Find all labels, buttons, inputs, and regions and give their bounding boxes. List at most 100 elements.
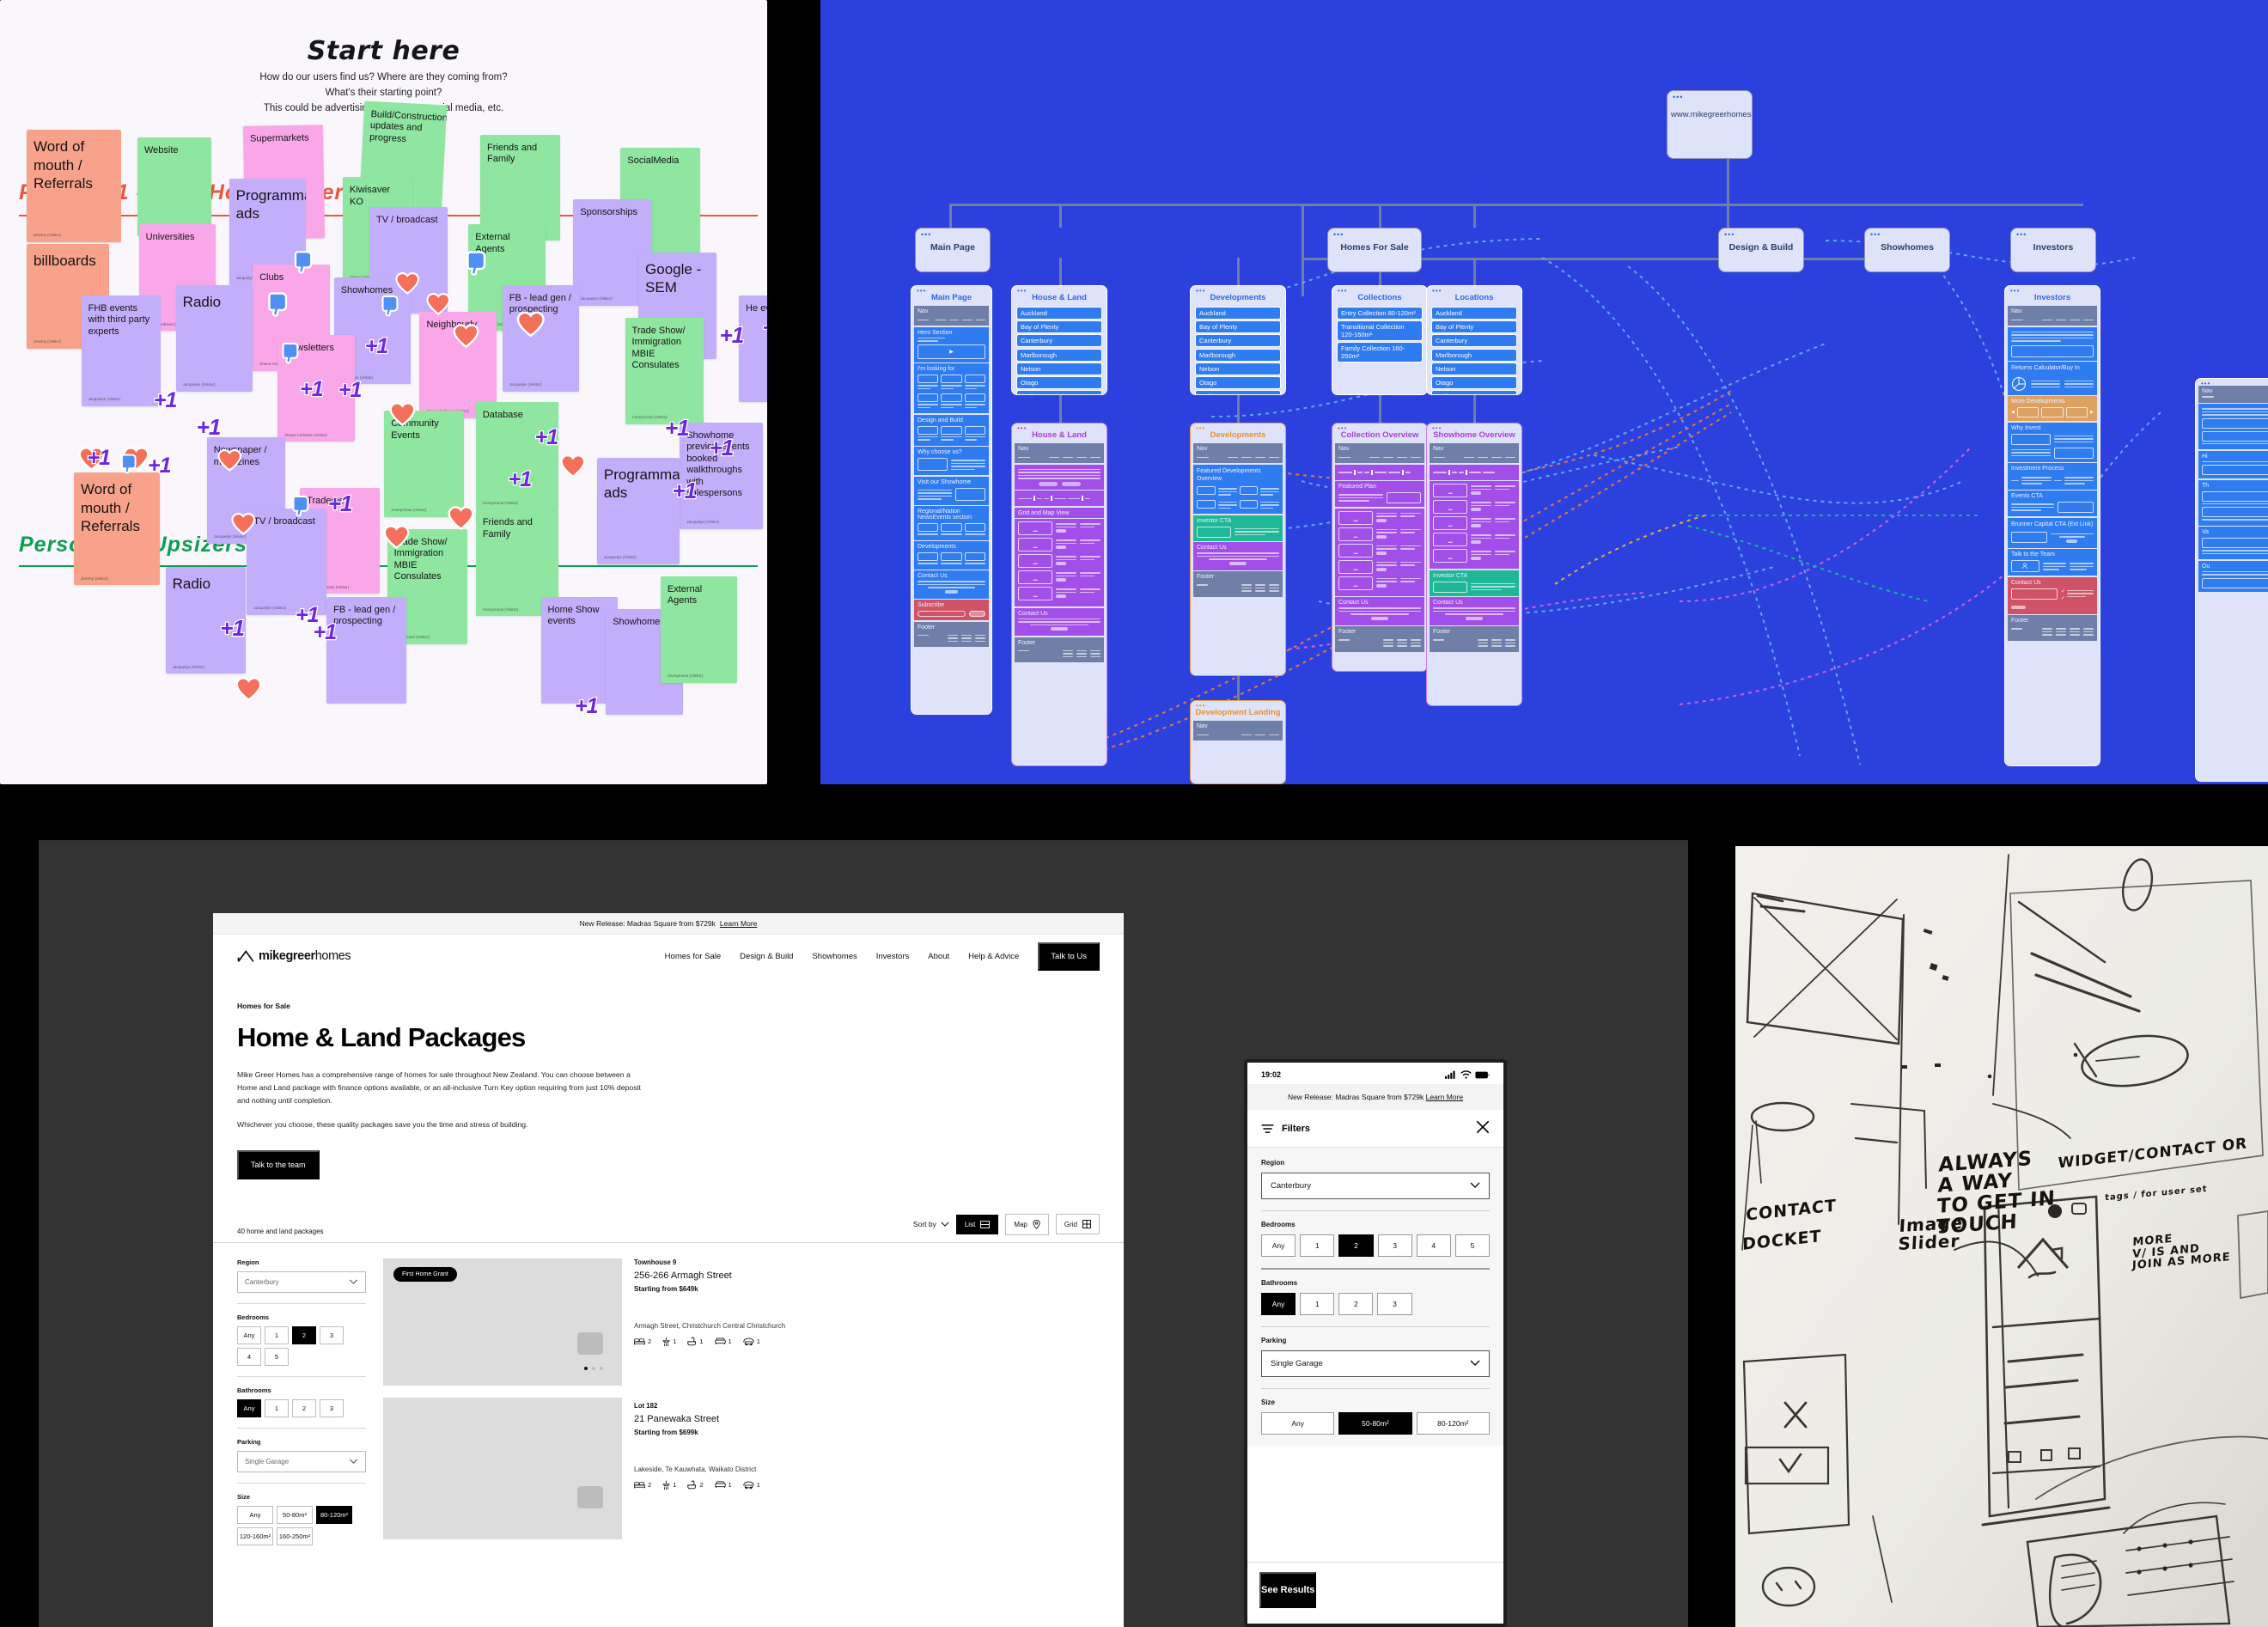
listing-item[interactable]: Townhouse 9 256-266 Armagh Street Starti… — [634, 1258, 1100, 1347]
sitemap-wireframe-house-land-list[interactable]: ••• House & Land Auckland Bay of Plenty Ca… — [1011, 285, 1107, 395]
talk-to-the-team-button[interactable]: Talk to the team — [237, 1149, 320, 1179]
filters-body[interactable]: Region Canterbury Bedrooms Any 1 2 3 4 5 Bath… — [1247, 1148, 1503, 1446]
parking-select[interactable]: Single Garage — [237, 1450, 366, 1472]
sticky-note[interactable]: External Agents Anonymous (Visitor) — [660, 576, 738, 683]
filter-chip[interactable]: 3 — [1377, 1234, 1412, 1257]
bedrooms-chip-group[interactable]: Any 1 2 3 4 5 — [1261, 1234, 1491, 1257]
sitemap-list-row[interactable]: Canterbury — [1431, 334, 1517, 348]
phone-screen[interactable]: 19:02 New Release: Madras Square from $7… — [1247, 1063, 1503, 1624]
sitemap-list-row[interactable]: Waikato — [1016, 390, 1102, 394]
filter-chip[interactable]: 80-120m² — [316, 1505, 352, 1524]
filter-chip[interactable]: 120-160m² — [237, 1526, 273, 1545]
filter-chip[interactable]: 80-120m² — [1416, 1412, 1490, 1435]
close-icon[interactable] — [1476, 1120, 1490, 1136]
filter-chip[interactable]: 2 — [1338, 1234, 1374, 1257]
sticky-note[interactable]: FHB events with third party experts Jacqu… — [81, 296, 162, 406]
sitemap-panel[interactable]: ••• www.mikegreerhomes.co.nz ••• Main Pa… — [820, 0, 2268, 784]
sitemap-list-row[interactable]: Family Collection 160-250m² — [1337, 342, 1423, 363]
figjam-board-panel[interactable]: Start here How do our users find us? Whe… — [0, 0, 767, 784]
sitemap-list-row[interactable]: Marlborough — [1431, 348, 1517, 362]
listing-image[interactable]: First Home Grant — [383, 1258, 622, 1386]
filter-chip[interactable]: 3 — [320, 1325, 344, 1344]
sticky-note[interactable]: Programmatic ads Jacquelyn (Visitor) — [596, 458, 680, 565]
nav-item-investors[interactable]: Investors — [876, 952, 910, 961]
sitemap-list-row[interactable]: Bay of Plenty — [1195, 320, 1281, 334]
filter-chip[interactable]: Any — [237, 1398, 261, 1417]
view-toggle-grid[interactable]: Grid — [1055, 1214, 1100, 1235]
see-results-button[interactable]: See Results — [1259, 1572, 1317, 1608]
filter-chip[interactable]: 50-80m² — [1338, 1412, 1412, 1435]
filter-chip[interactable]: 2 — [292, 1398, 316, 1417]
sitemap-list-row[interactable]: Bay of Plenty — [1016, 320, 1102, 334]
sticky-note[interactable]: Word of mouth / Referrals Jeremy (Visitor… — [74, 472, 160, 586]
listing-image[interactable] — [383, 1397, 622, 1539]
listing-item[interactable]: Lot 182 21 Panewaka Street Starting from… — [634, 1402, 1100, 1490]
sticky-note[interactable]: Database Anonymous (Visitor) — [475, 401, 559, 510]
sitemap-node-design-build[interactable]: ••• Design & Build — [1718, 228, 1804, 272]
sitemap-wireframe-main-page[interactable]: ••• Main Page Nav Hero Section ▶ I'm loo… — [911, 285, 992, 715]
nav-item-showhomes[interactable]: Showhomes — [812, 952, 857, 961]
sitemap-list-row[interactable]: Canterbury — [1016, 334, 1102, 348]
sitemap-list-row[interactable]: Otago — [1431, 376, 1517, 390]
breadcrumb[interactable]: Homes for Sale — [213, 978, 1124, 1010]
bathrooms-chip-group[interactable]: Any 1 2 3 — [1261, 1293, 1412, 1315]
sticky-note[interactable]: Trade Show/ Immigration MBIE Consulates A… — [625, 317, 704, 424]
bedrooms-chip-group[interactable]: Any 1 2 3 4 5 — [237, 1325, 366, 1366]
sitemap-wireframe-investors-page[interactable]: ••• Investors Nav Returns Calculator/Buy… — [2004, 285, 2100, 766]
filter-chip[interactable]: 1 — [1300, 1293, 1335, 1315]
view-tools[interactable]: Sort by List Map Grid — [913, 1213, 1100, 1235]
announcement-bar[interactable]: New Release: Madras Square from $729k Le… — [1247, 1084, 1503, 1110]
sitemap-list-row[interactable]: Marlborough — [1195, 348, 1281, 362]
view-toggle-list[interactable]: List — [955, 1214, 999, 1234]
sticky-note[interactable]: FB - lead gen / prospecting — [326, 596, 406, 704]
nav-item-about[interactable]: About — [928, 952, 949, 961]
sitemap-wireframe-showhome-overview[interactable]: ••• Showhome Overview Nav ••• ••• ••• ••• ••… — [1426, 423, 1522, 706]
bathrooms-chip-group[interactable]: Any 1 2 3 — [237, 1398, 366, 1417]
main-nav[interactable]: Homes for Sale Design & Build Showhomes … — [665, 941, 1100, 971]
sitemap-node-main-page[interactable]: ••• Main Page — [915, 228, 991, 272]
logo[interactable]: mikegreerhomes — [237, 949, 351, 963]
filter-chip[interactable]: Any — [1261, 1412, 1335, 1435]
sticky-note[interactable]: Radio Jacquelyn (Visitor) — [175, 284, 253, 392]
sort-by-dropdown[interactable]: Sort by — [913, 1220, 949, 1228]
region-list[interactable]: Auckland Bay of Plenty Canterbury Marlborou… — [1015, 307, 1104, 394]
sitemap-list-row[interactable]: Nelson — [1195, 362, 1281, 375]
filter-chip[interactable]: 2 — [1338, 1293, 1374, 1315]
announcement-link[interactable]: Learn More — [1426, 1093, 1463, 1101]
sitemap-list-row[interactable]: Waikato — [1431, 390, 1517, 394]
nav-item-homes-for-sale[interactable]: Homes for Sale — [665, 952, 721, 961]
filter-chip[interactable]: 3 — [320, 1398, 344, 1417]
filter-chip[interactable]: 50-80m² — [277, 1505, 313, 1524]
filter-chip[interactable]: 5 — [265, 1347, 289, 1366]
sitemap-list-row[interactable]: Marlborough — [1016, 348, 1102, 362]
sitemap-list-row[interactable]: Otago — [1195, 376, 1281, 390]
sitemap-node-domain[interactable]: ••• www.mikegreerhomes.co.nz — [1667, 90, 1753, 159]
filter-chip[interactable]: 1 — [1300, 1234, 1335, 1257]
sitemap-node-homes-for-sale[interactable]: ••• Homes For Sale — [1327, 228, 1422, 272]
nav-item-design-build[interactable]: Design & Build — [740, 952, 793, 961]
sitemap-list-row[interactable]: Nelson — [1431, 362, 1517, 375]
view-toggle-map[interactable]: Map — [1005, 1213, 1049, 1235]
sitemap-list-row[interactable]: Auckland — [1431, 307, 1517, 320]
region-list[interactable]: Auckland Bay of Plenty Canterbury Marlborou… — [1430, 307, 1519, 394]
sitemap-list-row[interactable]: Waikato — [1195, 390, 1281, 394]
sitemap-wireframe-collections-list[interactable]: ••• Collections Entry Collection 80-120m… — [1332, 285, 1428, 395]
sitemap-node-investors[interactable]: ••• Investors — [2010, 228, 2096, 272]
sitemap-list-row[interactable]: Entry Collection 80-120m² — [1337, 307, 1423, 320]
sticky-note[interactable]: WebsiteAnonymous (Visitor) — [137, 137, 211, 237]
sitemap-wireframe-developments-list[interactable]: ••• Developments Auckland Bay of Plenty Ca… — [1190, 285, 1286, 395]
sitemap-wireframe-development-landing[interactable]: ••• Development Landing Nav — [1190, 700, 1286, 784]
filter-chip[interactable]: 1 — [265, 1325, 289, 1344]
sticky-note[interactable]: Word of mouth / Referrals Jeremy (Visitor… — [26, 130, 122, 243]
sitemap-list-row[interactable]: Otago — [1016, 376, 1102, 390]
filter-chip[interactable]: 2 — [292, 1325, 316, 1344]
sitemap-list-row[interactable]: Auckland — [1016, 307, 1102, 320]
carousel-dots[interactable] — [584, 1366, 603, 1370]
filter-chip[interactable]: Any — [237, 1505, 273, 1524]
sitemap-list-row[interactable]: Bay of Plenty — [1431, 320, 1517, 334]
size-chip-group[interactable]: Any 50-80m² 80-120m² 120-160m² 160-250m² — [237, 1505, 366, 1545]
parking-select[interactable]: Single Garage — [1261, 1350, 1490, 1377]
sitemap-list-row[interactable]: Auckland — [1195, 307, 1281, 320]
filter-chip[interactable]: 4 — [237, 1347, 261, 1366]
sitemap-wireframe-house-land-page[interactable]: ••• House & Land Nav Grid and Map View •… — [1011, 423, 1107, 766]
